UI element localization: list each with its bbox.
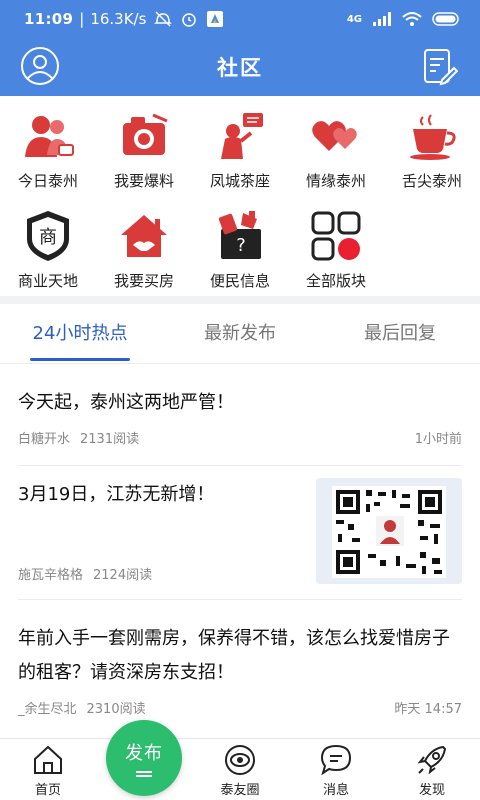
tab-latest[interactable]: 最新发布 [160, 304, 320, 363]
toolbox-icon: ? [218, 211, 261, 259]
app-icon [207, 11, 224, 27]
battery-icon [432, 12, 459, 26]
post-reads: 2131阅读 [80, 432, 140, 447]
bottom-nav: 首页 泰友圈 消息 发现 [0, 738, 480, 800]
grid-icon [311, 211, 361, 261]
category-label: 全部版块 [305, 272, 366, 290]
hearts-icon [312, 121, 357, 151]
avatar-button[interactable] [20, 46, 60, 86]
no-disturb-icon [154, 11, 173, 27]
qr-code-icon [316, 478, 462, 584]
wifi-icon [402, 12, 422, 26]
category-label: 今日泰州 [17, 172, 78, 190]
category-label: 凤城茶座 [209, 172, 270, 190]
post-author: _余生尽北 [18, 702, 77, 717]
message-icon [320, 744, 352, 776]
category-tea-house[interactable]: 凤城茶座 [192, 96, 288, 196]
publish-button[interactable]: 发布 [106, 720, 182, 796]
teacup-icon [410, 114, 456, 160]
category-report[interactable]: 我要爆料 [96, 96, 192, 196]
post-reads: 2124阅读 [93, 568, 153, 583]
svg-text:商: 商 [39, 227, 57, 248]
tab-24h-hot[interactable]: 24小时热点 [0, 304, 160, 363]
section-divider [0, 296, 480, 304]
camera-icon [123, 113, 168, 155]
category-label: 我要买房 [113, 272, 174, 290]
speaker-icon [221, 113, 263, 159]
category-food[interactable]: 舌尖泰州 [384, 96, 480, 196]
category-romance[interactable]: 情缘泰州 [288, 96, 384, 196]
status-separator: | [79, 10, 85, 28]
post-item[interactable]: 年前入手一套刚需房，保养得不错，该怎么找爱惜房子的租客？请资深房东支招！ _余生… [18, 600, 462, 734]
house-icon [121, 215, 167, 257]
category-label: 舌尖泰州 [401, 172, 462, 190]
home-icon [34, 745, 62, 774]
post-meta: 施瓦辛格格 2124阅读 [18, 564, 152, 583]
category-convenience[interactable]: ? 便民信息 [192, 196, 288, 296]
post-reads: 2310阅读 [86, 702, 146, 717]
app-bar: 社区 [0, 38, 480, 96]
alarm-icon [182, 13, 197, 27]
category-label: 商业天地 [17, 272, 78, 290]
edit-note-icon [424, 49, 459, 86]
nav-discover[interactable]: 发现 [384, 739, 480, 800]
publish-label: 发布 [125, 743, 163, 764]
post-title: 3月19日，江苏无新增！ [18, 484, 215, 505]
svg-text:?: ? [236, 235, 246, 256]
avatar-icon [21, 47, 59, 85]
post-meta: _余生尽北 2310阅读 昨天 14:57 [18, 698, 462, 717]
tab-last-reply[interactable]: 最后回复 [320, 304, 480, 363]
nav-label: 消息 [322, 783, 349, 798]
category-all[interactable]: 全部版块 [288, 196, 384, 296]
signal-icon [373, 12, 391, 26]
people-icon [25, 116, 74, 157]
signal-label: 4G [346, 13, 362, 25]
post-thumbnail[interactable] [316, 478, 462, 584]
post-meta: 白糖开水 2131阅读 1小时前 [18, 428, 462, 447]
feed-tabs: 24小时热点 最新发布 最后回复 [0, 304, 480, 364]
category-label: 情缘泰州 [305, 172, 366, 190]
post-item[interactable]: 今天起，泰州这两地严管！ 白糖开水 2131阅读 1小时前 [18, 372, 462, 466]
category-label: 便民信息 [209, 272, 270, 290]
nav-label: 发现 [418, 783, 445, 798]
post-time: 1小时前 [414, 432, 462, 447]
status-bar: 11:09 | 16.3K/s 4G [0, 0, 480, 38]
menu-lines-icon [136, 771, 152, 777]
shop-icon: 商 [27, 211, 69, 261]
nav-home[interactable]: 首页 [0, 739, 96, 800]
category-grid: 今日泰州 我要爆料 凤城茶座 情缘泰州 舌尖泰州 商 商业天地 我要买房 ? 便… [0, 96, 480, 296]
status-time: 11:09 [24, 10, 74, 28]
post-title: 今天起，泰州这两地严管！ [18, 392, 234, 413]
top-bar: 11:09 | 16.3K/s 4G 社区 [0, 0, 480, 96]
post-time: 昨天 14:57 [394, 702, 462, 717]
post-author: 施瓦辛格格 [18, 568, 84, 583]
category-business[interactable]: 商 商业天地 [0, 196, 96, 296]
nav-circle[interactable]: 泰友圈 [192, 739, 288, 800]
nav-messages[interactable]: 消息 [288, 739, 384, 800]
rocket-icon [417, 745, 447, 775]
category-today-taizhou[interactable]: 今日泰州 [0, 96, 96, 196]
page-title: 社区 [217, 56, 263, 80]
post-edit-button[interactable] [418, 46, 459, 86]
category-buy-house[interactable]: 我要买房 [96, 196, 192, 296]
status-speed: 16.3K/s [90, 10, 147, 28]
post-item[interactable]: 3月19日，江苏无新增！ 施瓦辛格格 2124阅读 [18, 466, 462, 600]
category-label: 我要爆料 [113, 172, 174, 190]
circle-eye-icon [225, 745, 255, 775]
post-author: 白糖开水 [18, 432, 71, 447]
nav-label: 泰友圈 [220, 783, 260, 798]
nav-label: 首页 [34, 783, 61, 798]
post-title: 年前入手一套刚需房，保养得不错，该怎么找爱惜房子的租客？请资深房东支招！ [18, 628, 450, 683]
